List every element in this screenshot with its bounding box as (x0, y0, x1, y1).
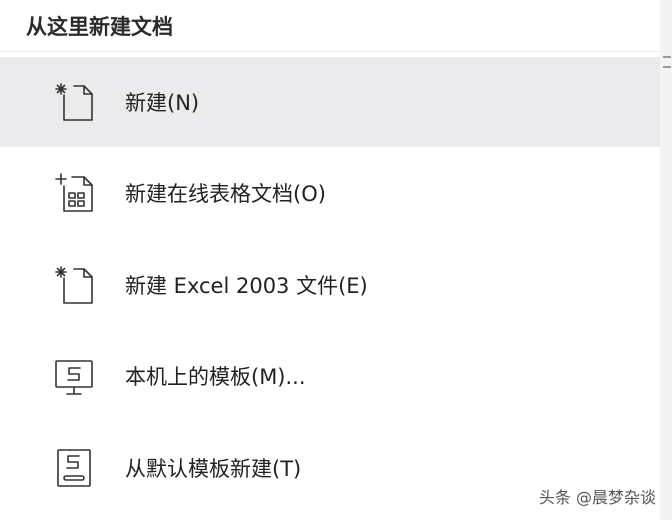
menu-item-new-excel-2003[interactable]: 新建 Excel 2003 文件(E) (0, 240, 660, 330)
watermark: 头条 @晨梦杂谈 (538, 488, 656, 507)
menu-header: 从这里新建文档 (0, 0, 660, 52)
menu-item-local-templates[interactable]: 本机上的模板(M)... (0, 331, 660, 421)
new-document-menu: 从这里新建文档 新建(N) 新建在线表格文档(O) 新建 Excel 2003 … (0, 0, 661, 520)
new-online-sheet-icon (52, 171, 96, 215)
new-document-icon (52, 263, 96, 307)
scrollbar-track[interactable] (660, 0, 672, 520)
scroll-tick (663, 66, 671, 68)
new-document-icon (52, 80, 96, 124)
menu-item-label: 从默认模板新建(T) (125, 457, 302, 481)
menu-item-label: 本机上的模板(M)... (125, 365, 306, 389)
default-template-icon (52, 446, 96, 490)
menu-item-label: 新建(N) (125, 91, 200, 115)
local-template-monitor-icon (52, 354, 96, 398)
menu-item-new[interactable]: 新建(N) (0, 57, 660, 147)
menu-item-new-online-sheet[interactable]: 新建在线表格文档(O) (0, 148, 660, 238)
menu-item-label: 新建在线表格文档(O) (125, 182, 326, 206)
scroll-tick (663, 56, 671, 58)
menu-item-label: 新建 Excel 2003 文件(E) (125, 274, 368, 298)
